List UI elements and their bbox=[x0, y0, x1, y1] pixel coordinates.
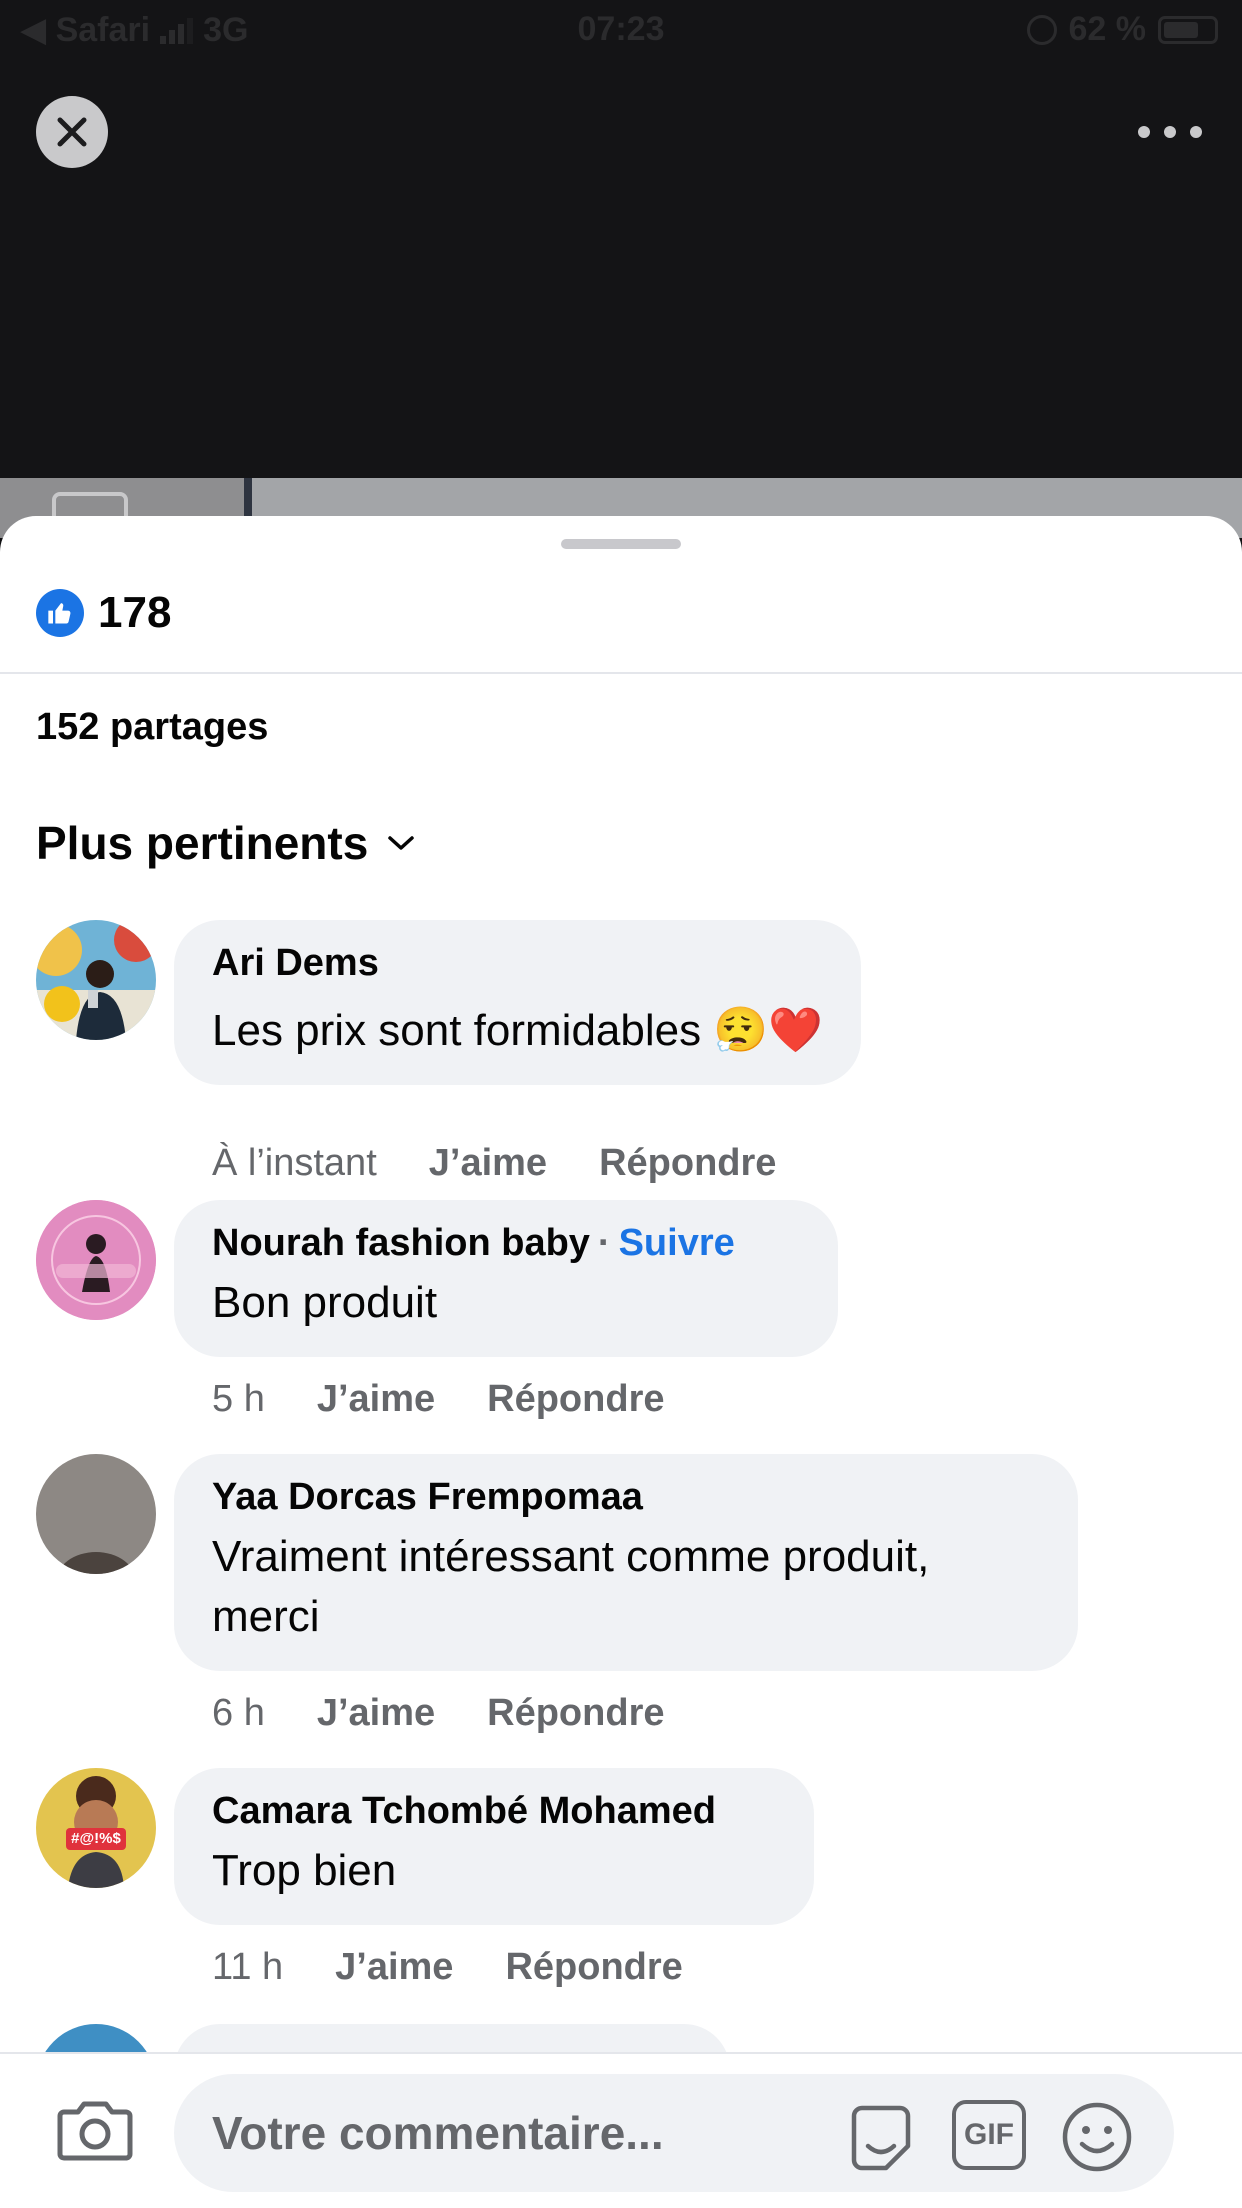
reply-button[interactable]: Répondre bbox=[487, 1692, 664, 1735]
camera-icon[interactable] bbox=[56, 2098, 134, 2162]
comment-input[interactable] bbox=[212, 2100, 832, 2166]
reply-button[interactable]: Répondre bbox=[599, 1142, 776, 1185]
comment-text: Bon produit bbox=[212, 1278, 438, 1327]
like-comment-button[interactable]: J’aime bbox=[317, 1692, 435, 1735]
gif-label: GIF bbox=[964, 2118, 1014, 2151]
status-right: 62 % bbox=[1026, 10, 1218, 49]
emoji-icon[interactable] bbox=[1060, 2100, 1134, 2174]
comment-bubble[interactable]: Nourah fashion baby · Suivre Bon produit bbox=[174, 1200, 838, 1357]
like-count: 178 bbox=[98, 588, 172, 637]
reactions-summary[interactable]: 178 bbox=[36, 586, 171, 640]
comment-author-row: Nourah fashion baby · Suivre bbox=[212, 1222, 800, 1265]
comment-time[interactable]: 11 h bbox=[212, 1946, 283, 1989]
avatar[interactable] bbox=[36, 1454, 156, 1574]
comment-author[interactable]: Ari Dems bbox=[212, 942, 823, 985]
orientation-lock-icon bbox=[1026, 14, 1057, 45]
follow-button[interactable]: Suivre bbox=[619, 1222, 735, 1264]
comment-bubble[interactable]: Camara Tchombé Mohamed Trop bien bbox=[174, 1768, 814, 1925]
comment-bubble[interactable]: Yaa Dorcas Frempomaa Vraiment intéressan… bbox=[174, 1454, 1078, 1671]
avatar-logo bbox=[36, 1200, 156, 1320]
dot-icon bbox=[1190, 126, 1202, 138]
avatar-photo bbox=[36, 1454, 156, 1574]
avatar[interactable]: #@!%$ bbox=[36, 1768, 156, 1888]
comment-actions: 11 h J’aime Répondre bbox=[212, 1946, 683, 1989]
separator-dot: · bbox=[597, 1222, 611, 1264]
comment-author[interactable]: Nourah fashion baby bbox=[212, 1222, 590, 1264]
more-options-button[interactable] bbox=[1138, 116, 1202, 148]
comment-text: Trop bien bbox=[212, 1846, 397, 1895]
battery-percent: 62 % bbox=[1068, 10, 1147, 48]
avatar-cartoon bbox=[36, 1768, 156, 1888]
comment-bubble[interactable]: Ari Dems Les prix sont formidables 😮‍💨❤️ bbox=[174, 920, 861, 1085]
avatar-photo bbox=[36, 920, 156, 1040]
comment-actions: 6 h J’aime Répondre bbox=[212, 1692, 665, 1735]
comment-author[interactable]: Camara Tchombé Mohamed bbox=[212, 1790, 776, 1833]
status-bar: ◀ Safari 3G 07:23 62 % bbox=[0, 0, 1242, 62]
avatar[interactable] bbox=[36, 920, 156, 1040]
comment-text: Les prix sont formidables 😮‍💨❤️ bbox=[212, 1006, 823, 1055]
comments-sheet: 178 152 partages Plus pertinents Ari Dem… bbox=[0, 516, 1242, 2208]
like-comment-button[interactable]: J’aime bbox=[429, 1142, 547, 1185]
comment-time[interactable]: 5 h bbox=[212, 1378, 265, 1421]
shares-count[interactable]: 152 partages bbox=[36, 706, 268, 749]
avatar-sticker-text: #@!%$ bbox=[71, 1830, 121, 1847]
thumbs-up-icon bbox=[48, 603, 71, 624]
comment-author[interactable]: Yaa Dorcas Frempomaa bbox=[212, 1476, 1040, 1519]
like-comment-button[interactable]: J’aime bbox=[335, 1946, 453, 1989]
like-comment-button[interactable]: J’aime bbox=[317, 1378, 435, 1421]
comment-time[interactable]: 6 h bbox=[212, 1692, 265, 1735]
comment-composer: GIF bbox=[0, 2052, 1242, 2208]
chevron-down-icon bbox=[388, 836, 415, 850]
media-viewer-background: ◀ Safari 3G 07:23 62 % bbox=[0, 0, 1242, 480]
gif-button[interactable]: GIF bbox=[952, 2100, 1026, 2170]
sort-label: Plus pertinents bbox=[36, 817, 369, 869]
comment-time[interactable]: À l’instant bbox=[212, 1142, 377, 1185]
sheet-grabber[interactable] bbox=[561, 539, 681, 549]
like-icon bbox=[36, 589, 84, 637]
battery-icon bbox=[1158, 15, 1218, 44]
comment-input-container[interactable]: GIF bbox=[174, 2074, 1174, 2192]
close-icon bbox=[57, 117, 87, 147]
sort-dropdown[interactable]: Plus pertinents bbox=[36, 816, 416, 870]
reply-button[interactable]: Répondre bbox=[487, 1378, 664, 1421]
comment-actions: 5 h J’aime Répondre bbox=[212, 1378, 665, 1421]
reply-button[interactable]: Répondre bbox=[505, 1946, 682, 1989]
divider bbox=[0, 672, 1242, 674]
avatar[interactable] bbox=[36, 1200, 156, 1320]
sticker-icon[interactable] bbox=[844, 2100, 918, 2174]
comment-text: Vraiment intéressant comme produit, merc… bbox=[212, 1532, 930, 1641]
dot-icon bbox=[1164, 126, 1176, 138]
close-button[interactable] bbox=[36, 96, 108, 168]
dot-icon bbox=[1138, 126, 1150, 138]
comment-actions: À l’instant J’aime Répondre bbox=[212, 1142, 776, 1185]
